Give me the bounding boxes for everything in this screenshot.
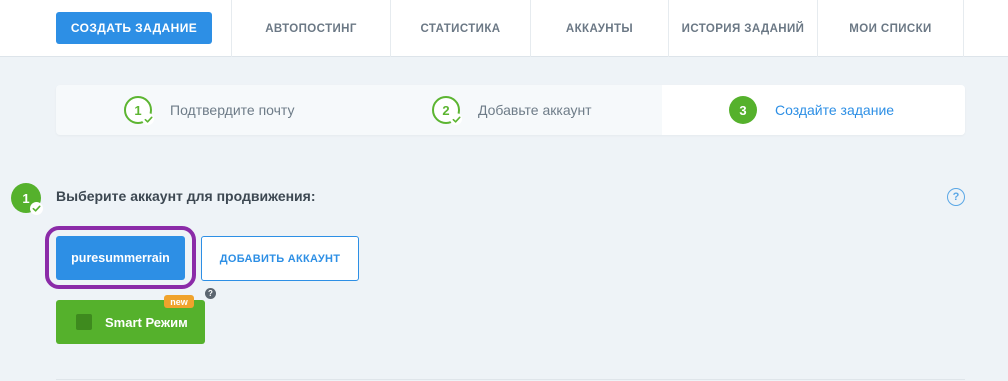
step-number-badge: 1 xyxy=(124,96,154,125)
step-label: Подтвердите почту xyxy=(170,102,295,118)
tab-statistics[interactable]: СТАТИСТИКА xyxy=(390,0,530,57)
help-icon[interactable]: ? xyxy=(947,188,965,206)
new-badge: new xyxy=(164,295,194,308)
tab-accounts[interactable]: АККАУНТЫ xyxy=(530,0,668,57)
section-number-badge: 1 xyxy=(11,183,43,215)
progress-stepper: 1 Подтвердите почту 2 Добавьте аккаунт 3… xyxy=(56,85,965,135)
tab-autoposting[interactable]: АВТОПОСТИНГ xyxy=(231,0,390,57)
step-number-badge: 3 xyxy=(729,96,757,124)
tab-my-lists[interactable]: МОИ СПИСКИ xyxy=(817,0,964,57)
step-create-task: 3 Создайте задание xyxy=(729,85,894,135)
tab-task-history[interactable]: ИСТОРИЯ ЗАДАНИЙ xyxy=(668,0,817,57)
top-navigation: СОЗДАТЬ ЗАДАНИЕ АВТОПОСТИНГ СТАТИСТИКА А… xyxy=(0,0,1008,57)
section-title: Выберите аккаунт для продвижения: xyxy=(56,188,316,204)
step-confirm-email: 1 Подтвердите почту xyxy=(124,85,295,135)
step-add-account: 2 Добавьте аккаунт xyxy=(432,85,592,135)
check-icon xyxy=(30,202,43,215)
check-icon xyxy=(450,113,462,125)
step-number-badge: 2 xyxy=(432,96,462,125)
smart-mode-checkbox[interactable] xyxy=(76,314,92,330)
add-account-button[interactable]: ДОБАВИТЬ АККАУНТ xyxy=(201,236,359,281)
create-task-button[interactable]: СОЗДАТЬ ЗАДАНИЕ xyxy=(56,12,212,44)
smart-mode-label: Smart Режим xyxy=(105,314,188,330)
step-label: Добавьте аккаунт xyxy=(478,102,592,118)
check-icon xyxy=(142,113,154,125)
account-button-puresummerrain[interactable]: puresummerrain xyxy=(56,236,185,280)
step-label: Создайте задание xyxy=(775,102,895,118)
smart-mode-help-icon[interactable]: ? xyxy=(205,288,216,299)
divider xyxy=(56,379,965,380)
